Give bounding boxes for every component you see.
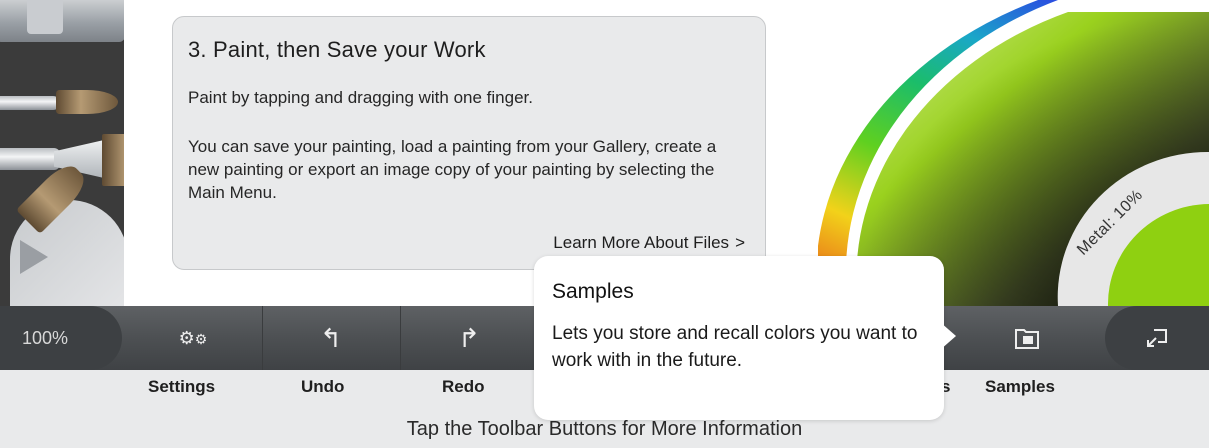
- redo-label: Redo: [442, 377, 485, 396]
- popover-body: Lets you store and recall colors you wan…: [552, 323, 918, 371]
- samples-folder-icon: [1015, 329, 1039, 349]
- zoom-button[interactable]: 100%: [0, 306, 122, 370]
- settings-label: Settings: [148, 377, 216, 396]
- gears-icon: ⚙⚙: [178, 327, 208, 348]
- settings-button[interactable]: ⚙⚙: [124, 306, 263, 370]
- tool-palette: [0, 0, 124, 306]
- card-title: 3. Paint, then Save your Work: [188, 37, 486, 62]
- card-paragraph-2: You can save your painting, load a paint…: [188, 137, 717, 202]
- undo-arrow-icon: ↰: [320, 322, 342, 353]
- airbrush-nozzle-icon: [27, 0, 63, 34]
- learn-more-label: Learn More About Files: [553, 233, 730, 252]
- zoom-label: 100%: [22, 327, 69, 348]
- popover-title: Samples: [552, 280, 634, 303]
- brush-tip-icon: [56, 90, 118, 114]
- airbrush-tool[interactable]: [0, 0, 124, 42]
- samples-button[interactable]: [958, 306, 1096, 370]
- export-button[interactable]: [1105, 306, 1209, 370]
- toolbar-hint: Tap the Toolbar Buttons for More Informa…: [406, 418, 803, 440]
- redo-button[interactable]: ↱: [400, 306, 539, 370]
- samples-popover: Samples Lets you store and recall colors…: [534, 256, 944, 420]
- learn-more-files-link[interactable]: Learn More About Files >: [553, 233, 745, 253]
- flat-brush-handle-icon: [0, 148, 60, 170]
- palette-knife-tool[interactable]: [0, 159, 124, 306]
- card-paragraph-1: Paint by tapping and dragging with one f…: [188, 88, 533, 107]
- redo-arrow-icon: ↱: [458, 322, 480, 353]
- info-card: 3. Paint, then Save your Work Paint by t…: [172, 16, 766, 270]
- flat-brush-tip-icon: [102, 134, 124, 186]
- samples-label: Samples: [985, 377, 1055, 396]
- popover-arrow: [940, 322, 956, 350]
- chevron-right-icon: >: [735, 233, 745, 252]
- round-brush-tool[interactable]: [0, 76, 124, 128]
- export-icon: [1147, 329, 1167, 347]
- undo-button[interactable]: ↰: [262, 306, 401, 370]
- brush-handle-icon: [0, 96, 60, 110]
- undo-label: Undo: [301, 377, 345, 396]
